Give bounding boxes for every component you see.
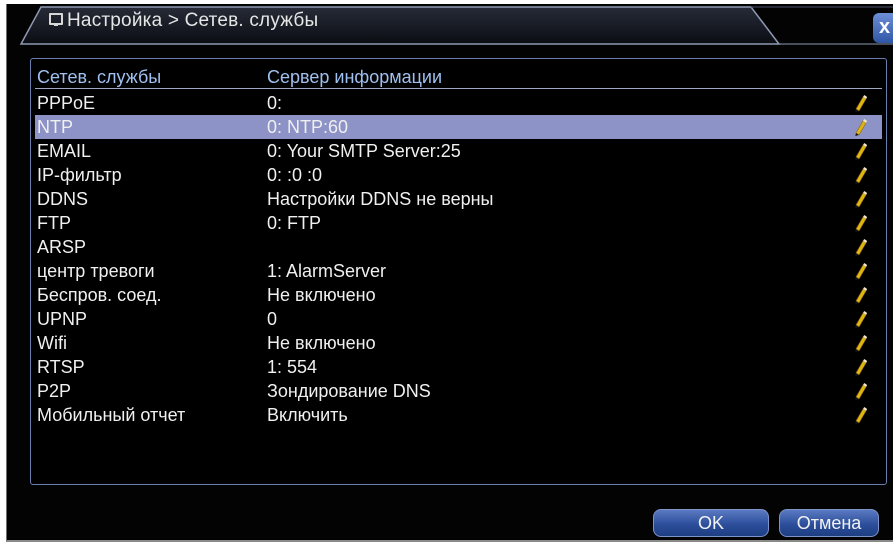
- server-info: Не включено: [267, 333, 376, 353]
- table-row[interactable]: центр тревоги 1: AlarmServer: [35, 259, 882, 283]
- pencil-icon[interactable]: [852, 142, 868, 160]
- table-row[interactable]: RTSP 1: 554: [35, 355, 882, 379]
- service-name: EMAIL: [37, 141, 92, 161]
- service-name: центр тревоги: [37, 261, 155, 281]
- pencil-icon[interactable]: [852, 406, 868, 424]
- server-info: 0:: [267, 93, 283, 113]
- cancel-button[interactable]: Отмена: [779, 509, 879, 537]
- table-row[interactable]: EMAIL 0: Your SMTP Server:25: [35, 139, 882, 163]
- table-row[interactable]: PPPoE 0:: [35, 91, 882, 115]
- pencil-icon[interactable]: [852, 262, 868, 280]
- table-header: Сетев. службы Сервер информации: [35, 65, 882, 89]
- service-name: RTSP: [37, 357, 85, 377]
- service-name: PPPoE: [37, 93, 96, 113]
- table-body: PPPoE 0: NTP 0: NTP:60 EMAIL 0: Your SMTP Ser…: [35, 91, 882, 427]
- services-table: Сетев. службы Сервер информации PPPoE 0: N…: [30, 58, 887, 485]
- network-services-dialog: Настройка > Сетев. службы x Сетев. служб…: [6, 4, 893, 542]
- server-info: 0: [267, 309, 278, 329]
- pencil-icon[interactable]: [852, 310, 868, 328]
- column-header-service: Сетев. службы: [37, 67, 162, 87]
- table-row[interactable]: FTP 0: FTP: [35, 211, 882, 235]
- server-info: 0: FTP: [267, 213, 322, 233]
- server-info: 1: AlarmServer: [267, 261, 387, 281]
- pencil-icon[interactable]: [852, 190, 868, 208]
- table-row[interactable]: IP-фильтр 0: :0 :0: [35, 163, 882, 187]
- table-row[interactable]: UPNP 0: [35, 307, 882, 331]
- title-bar: Настройка > Сетев. службы x: [7, 4, 893, 48]
- server-info: 0: NTP:60: [267, 117, 349, 137]
- pencil-icon[interactable]: [852, 214, 868, 232]
- pencil-icon[interactable]: [852, 382, 868, 400]
- service-name: Беспров. соед.: [37, 285, 162, 305]
- pencil-icon[interactable]: [852, 118, 868, 136]
- server-info: Зондирование DNS: [267, 381, 431, 401]
- close-button[interactable]: x: [873, 13, 893, 43]
- server-info: 1: 554: [267, 357, 318, 377]
- ok-button[interactable]: OK: [653, 509, 769, 537]
- table-row[interactable]: DDNS Настройки DDNS не верны: [35, 187, 882, 211]
- monitor-icon: [49, 13, 63, 26]
- window-title: Настройка > Сетев. службы: [67, 10, 319, 31]
- service-name: IP-фильтр: [37, 165, 122, 185]
- service-name: DDNS: [37, 189, 89, 209]
- pencil-icon[interactable]: [852, 286, 868, 304]
- service-name: FTP: [37, 213, 71, 233]
- server-info: Настройки DDNS не верны: [267, 189, 494, 209]
- pencil-icon[interactable]: [852, 94, 868, 112]
- server-info: Включить: [267, 405, 348, 425]
- service-name: P2P: [37, 381, 72, 401]
- table-row[interactable]: Wifi Не включено: [35, 331, 882, 355]
- table-row[interactable]: P2P Зондирование DNS: [35, 379, 882, 403]
- column-header-info: Сервер информации: [267, 67, 443, 87]
- table-row[interactable]: Беспров. соед. Не включено: [35, 283, 882, 307]
- pencil-icon[interactable]: [852, 166, 868, 184]
- table-row[interactable]: Мобильный отчет Включить: [35, 403, 882, 427]
- pencil-icon[interactable]: [852, 358, 868, 376]
- service-name: Wifi: [37, 333, 67, 353]
- table-row[interactable]: ARSP: [35, 235, 882, 259]
- server-info: Не включено: [267, 285, 376, 305]
- server-info: 0: Your SMTP Server:25: [267, 141, 461, 161]
- table-row[interactable]: NTP 0: NTP:60: [35, 115, 882, 139]
- service-name: ARSP: [37, 237, 87, 257]
- service-name: UPNP: [37, 309, 88, 329]
- service-name: NTP: [37, 117, 73, 137]
- pencil-icon[interactable]: [852, 334, 868, 352]
- server-info: 0: :0 :0: [267, 165, 323, 185]
- service-name: Мобильный отчет: [37, 405, 186, 425]
- pencil-icon[interactable]: [852, 238, 868, 256]
